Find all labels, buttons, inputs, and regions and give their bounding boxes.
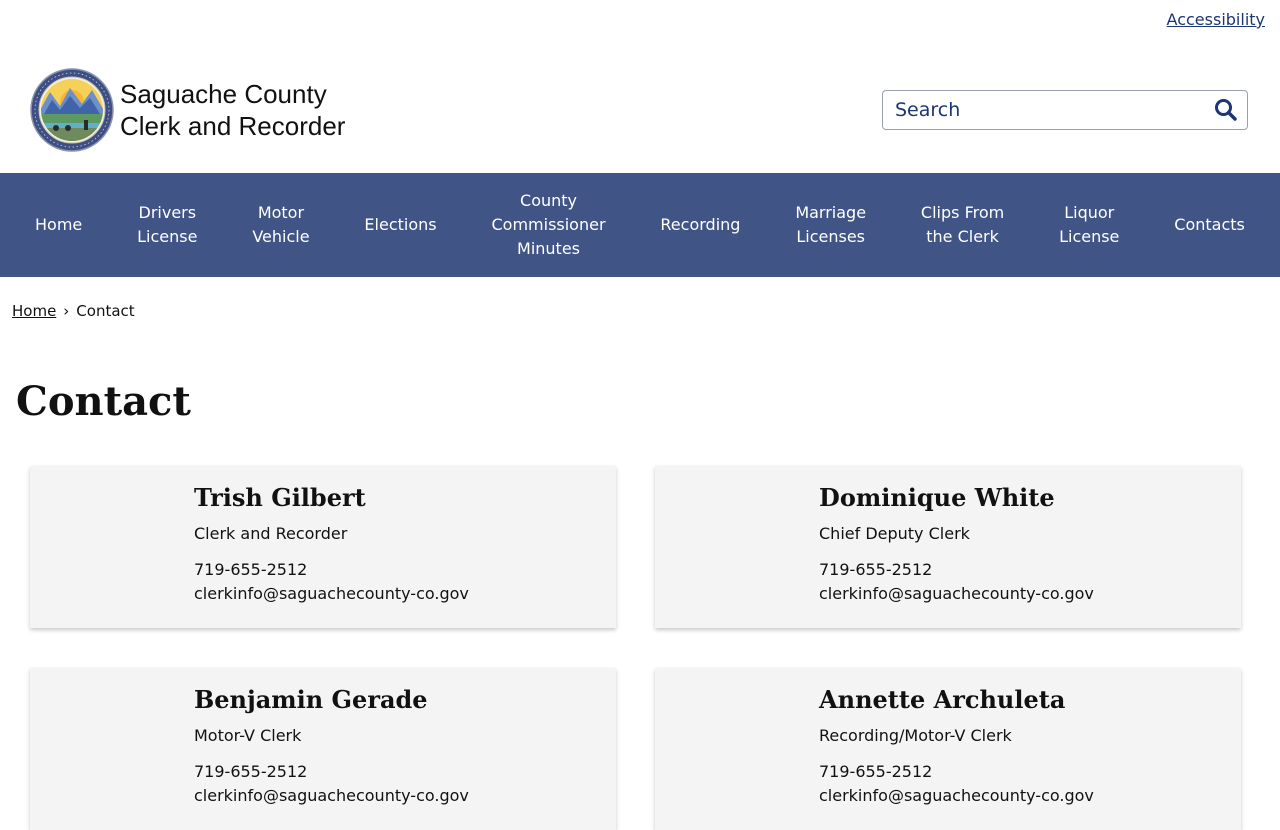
page-title: Contact — [16, 378, 191, 425]
search-box — [882, 90, 1248, 130]
nav-item-drivers-license[interactable]: Drivers License — [116, 201, 218, 249]
nav-item-clips-from-the-clerk[interactable]: Clips From the Clerk — [900, 201, 1025, 249]
contact-card: Annette Archuleta Recording/Motor-V Cler… — [655, 668, 1241, 830]
breadcrumb-separator: › — [63, 302, 70, 320]
nav-item-marriage-licenses[interactable]: Marriage Licenses — [774, 201, 887, 249]
brand-line-2: Clerk and Recorder — [120, 111, 346, 141]
contact-phone: 719-655-2512 — [819, 762, 933, 781]
main-nav: Home Drivers License Motor Vehicle Elect… — [0, 173, 1280, 277]
nav-item-recording[interactable]: Recording — [639, 213, 761, 237]
accessibility-link[interactable]: Accessibility — [1167, 10, 1265, 29]
site-header: Saguache County Clerk and Recorder — [0, 60, 1280, 173]
brand-name: Saguache County Clerk and Recorder — [120, 78, 345, 142]
nav-item-home[interactable]: Home — [14, 213, 103, 237]
contact-role: Clerk and Recorder — [194, 524, 348, 543]
utility-bar: Accessibility — [1167, 10, 1265, 29]
search-icon — [1215, 99, 1237, 121]
search-button[interactable] — [1211, 95, 1241, 125]
contact-email-link[interactable]: clerkinfo@saguachecounty-co.gov — [194, 584, 469, 603]
brand-line-1: Saguache County — [120, 79, 327, 109]
site-brand[interactable]: Saguache County Clerk and Recorder — [30, 68, 345, 152]
contact-name: Trish Gilbert — [194, 483, 366, 512]
contact-role: Motor-V Clerk — [194, 726, 302, 745]
contact-email-link[interactable]: clerkinfo@saguachecounty-co.gov — [194, 786, 469, 805]
county-seal-icon — [30, 68, 114, 152]
contact-cards: Trish Gilbert Clerk and Recorder 719-655… — [30, 466, 1241, 830]
contact-card-body: Benjamin Gerade Motor-V Clerk 719-655-25… — [194, 684, 469, 806]
contact-card: Benjamin Gerade Motor-V Clerk 719-655-25… — [30, 668, 616, 830]
contact-card: Dominique White Chief Deputy Clerk 719-6… — [655, 466, 1241, 628]
breadcrumb-current: Contact — [76, 302, 135, 320]
nav-item-contacts[interactable]: Contacts — [1153, 213, 1266, 237]
nav-item-county-commissioner-minutes[interactable]: County Commissioner Minutes — [470, 189, 626, 261]
contact-card-body: Trish Gilbert Clerk and Recorder 719-655… — [194, 482, 469, 604]
contact-card: Trish Gilbert Clerk and Recorder 719-655… — [30, 466, 616, 628]
contact-card-body: Annette Archuleta Recording/Motor-V Cler… — [819, 684, 1094, 806]
contact-phone: 719-655-2512 — [194, 762, 308, 781]
breadcrumb-home-link[interactable]: Home — [12, 302, 56, 320]
nav-item-elections[interactable]: Elections — [343, 213, 457, 237]
contact-email-link[interactable]: clerkinfo@saguachecounty-co.gov — [819, 786, 1094, 805]
contact-phone: 719-655-2512 — [819, 560, 933, 579]
contact-role: Chief Deputy Clerk — [819, 524, 970, 543]
contact-name: Dominique White — [819, 483, 1055, 512]
breadcrumb: Home › Contact — [12, 302, 135, 320]
contact-name: Annette Archuleta — [819, 685, 1066, 714]
nav-item-liquor-license[interactable]: Liquor License — [1038, 201, 1140, 249]
contact-name: Benjamin Gerade — [194, 685, 428, 714]
contact-role: Recording/Motor-V Clerk — [819, 726, 1012, 745]
nav-item-motor-vehicle[interactable]: Motor Vehicle — [231, 201, 330, 249]
contact-phone: 719-655-2512 — [194, 560, 308, 579]
contact-card-body: Dominique White Chief Deputy Clerk 719-6… — [819, 482, 1094, 604]
search-input[interactable] — [883, 91, 1203, 129]
contact-email-link[interactable]: clerkinfo@saguachecounty-co.gov — [819, 584, 1094, 603]
